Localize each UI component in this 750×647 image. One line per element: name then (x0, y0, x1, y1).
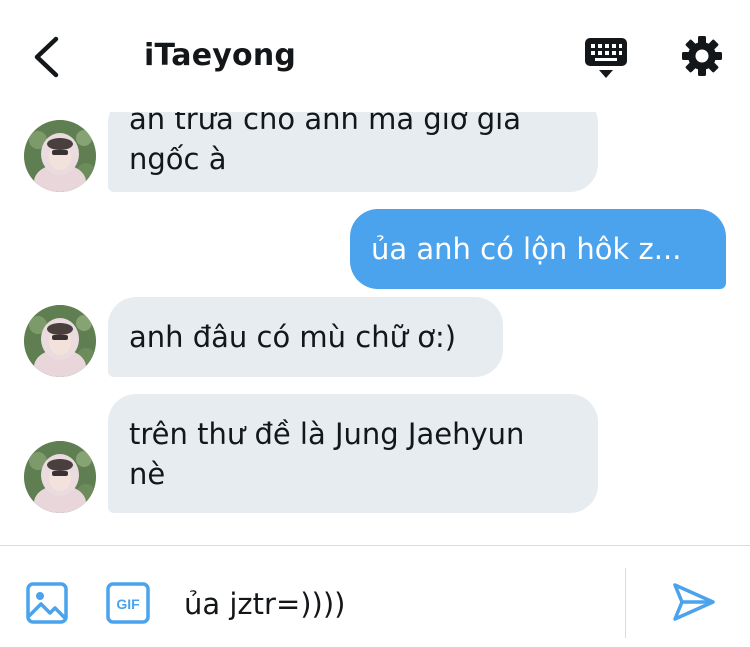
composer-separator (625, 568, 626, 638)
message-line: nè (129, 457, 166, 491)
keyboard-icon (585, 38, 627, 78)
add-media-button[interactable] (26, 582, 68, 624)
back-button[interactable] (26, 34, 66, 80)
send-button[interactable] (672, 582, 716, 622)
page-title: iTaeyong (144, 38, 297, 73)
keyboard-button[interactable] (583, 36, 629, 80)
gif-icon: GIF (106, 582, 150, 624)
message-line: ngốc à (129, 142, 227, 176)
chevron-left-icon (34, 36, 59, 78)
message-bubble-incoming[interactable]: trên thư đề là Jung Jaehyun nè (108, 394, 598, 513)
avatar-image (24, 305, 96, 377)
message-line: ủa anh có lộn hôk z... (371, 232, 682, 266)
conversation-header: iTaeyong (0, 0, 750, 112)
image-icon (26, 582, 68, 624)
gif-label: GIF (116, 596, 140, 612)
add-gif-button[interactable]: GIF (106, 582, 150, 624)
avatar[interactable] (24, 441, 96, 513)
message-input[interactable] (184, 584, 604, 624)
settings-button[interactable] (680, 34, 724, 78)
message-line: anh đâu có mù chữ ơ:) (129, 320, 457, 354)
send-icon (673, 583, 715, 621)
avatar[interactable] (24, 305, 96, 377)
avatar-image (24, 120, 96, 192)
message-bubble-incoming[interactable]: anh đâu có mù chữ ơ:) (108, 297, 503, 377)
message-composer: GIF (0, 546, 750, 647)
message-bubble-outgoing[interactable]: ủa anh có lộn hôk z... (350, 209, 726, 289)
avatar[interactable] (24, 120, 96, 192)
avatar-image (24, 441, 96, 513)
message-line: trên thư đề là Jung Jaehyun (129, 417, 525, 451)
gear-icon (682, 36, 722, 76)
